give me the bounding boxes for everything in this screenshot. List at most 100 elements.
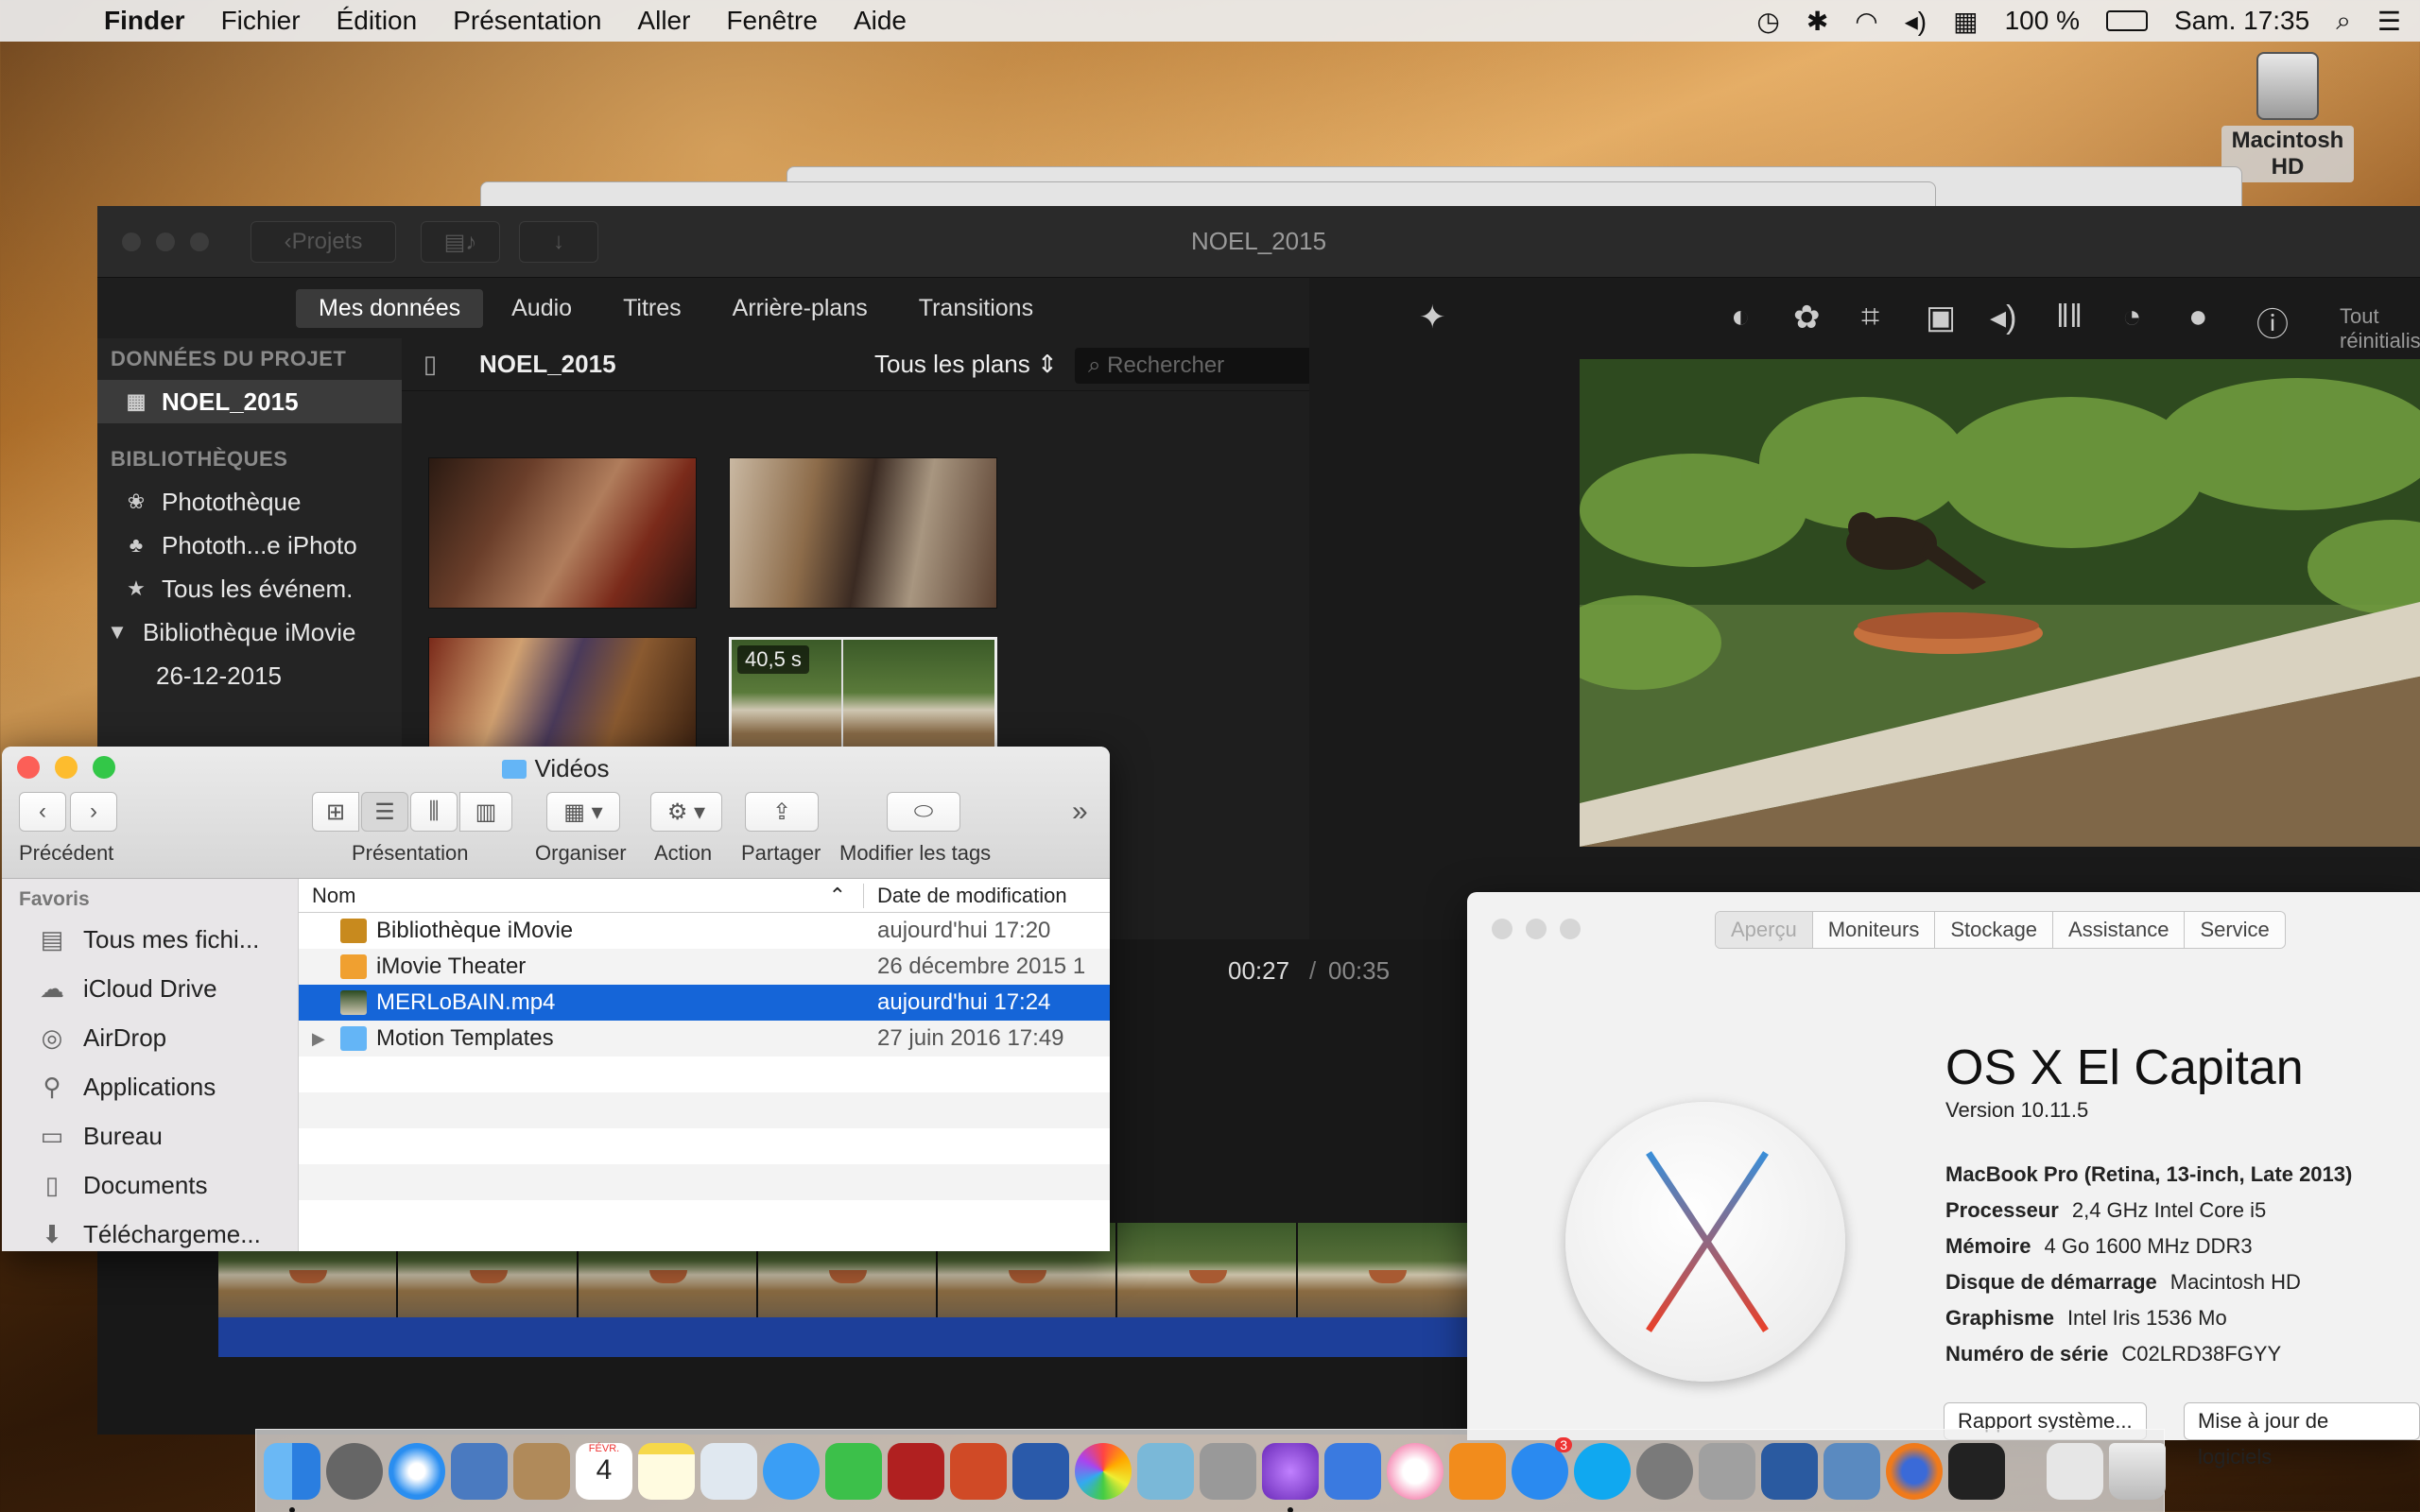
volume-icon[interactable]: ◂): [1990, 299, 2016, 336]
stabilization-icon[interactable]: ▣: [1926, 299, 1956, 336]
sidebar-item-applications[interactable]: ⚲ Applications: [2, 1062, 298, 1111]
tab-transitions[interactable]: Transitions: [896, 289, 1056, 328]
tab-assistance[interactable]: Assistance: [2053, 912, 2186, 948]
action-gear-button[interactable]: ⚙ ▾: [650, 792, 722, 832]
disclosure-triangle-icon[interactable]: ▼: [105, 610, 130, 654]
volume-icon[interactable]: ◂): [1905, 6, 1927, 37]
close-button[interactable]: [1492, 919, 1512, 939]
column-header-date[interactable]: Date de modification: [864, 884, 1067, 908]
wifi-icon[interactable]: ◠: [1855, 6, 1877, 37]
time-machine-icon[interactable]: ◷: [1756, 6, 1779, 37]
clock[interactable]: Sam. 17:35: [2174, 6, 2309, 36]
tab-mes-donnees[interactable]: Mes données: [296, 288, 484, 328]
clip-filter-select[interactable]: Tous les plans ⇕: [874, 350, 1058, 379]
forward-button[interactable]: ›: [70, 792, 117, 832]
photos-icon[interactable]: [1075, 1442, 1132, 1500]
menu-aller[interactable]: Aller: [637, 6, 690, 36]
word-icon[interactable]: [1012, 1442, 1069, 1500]
color-balance-icon[interactable]: ◐: [1731, 299, 1751, 335]
battery-percent[interactable]: 100 %: [2005, 6, 2080, 36]
arrange-button[interactable]: ▦ ▾: [546, 792, 620, 832]
tab-arriere-plans[interactable]: Arrière-plans: [710, 289, 890, 328]
macintosh-hd-desktop-icon[interactable]: Macintosh HD: [2221, 52, 2354, 182]
menu-finder[interactable]: Finder: [104, 6, 185, 36]
crop-icon[interactable]: ⌗: [1861, 299, 1879, 335]
sidebar-item-desktop[interactable]: ▭ Bureau: [2, 1111, 298, 1160]
facetime-icon[interactable]: [825, 1442, 882, 1500]
list-view-button[interactable]: ☰: [361, 792, 408, 832]
battery-icon[interactable]: [2106, 10, 2148, 31]
trash-icon[interactable]: [2109, 1442, 2166, 1500]
software-update-button[interactable]: Mise à jour de logiciels: [2184, 1402, 2420, 1469]
magic-wand-icon[interactable]: ✦: [1419, 299, 1446, 336]
sidebar-item-project[interactable]: ▦ NOEL_2015: [97, 380, 402, 423]
finder-icon[interactable]: [264, 1442, 320, 1512]
file-row-selected[interactable]: MERLoBAIN.mp4 aujourd'hui 17:24: [299, 985, 1110, 1021]
calendar-icon[interactable]: FÉVR. 4: [576, 1442, 632, 1500]
mail-icon[interactable]: [451, 1442, 508, 1500]
iphoto-icon[interactable]: [1137, 1442, 1194, 1500]
sidebar-item-all-files[interactable]: ▤ Tous mes fichi...: [2, 915, 298, 964]
search-input[interactable]: ⌕ Rechercher: [1075, 348, 1338, 384]
back-button[interactable]: ‹: [19, 792, 66, 832]
app-store-icon[interactable]: 3: [1512, 1436, 1572, 1500]
column-header-name[interactable]: Nom ⌃: [299, 883, 864, 908]
skype-icon[interactable]: [1574, 1442, 1631, 1500]
menu-fichier[interactable]: Fichier: [221, 6, 301, 36]
clip-thumbnail[interactable]: [729, 457, 997, 609]
notification-center-icon[interactable]: ☰: [2377, 6, 2401, 37]
toolbar-overflow-icon[interactable]: »: [1072, 796, 1088, 828]
sidebar-item-all-events[interactable]: ★ Tous les événem.: [97, 567, 402, 610]
image-capture-icon[interactable]: [1200, 1442, 1256, 1500]
sidebar-item-icloud[interactable]: ☁ iCloud Drive: [2, 964, 298, 1013]
sidebar-item-event[interactable]: 26-12-2015: [97, 654, 402, 697]
menu-aide[interactable]: Aide: [854, 6, 907, 36]
file-row[interactable]: iMovie Theater 26 décembre 2015 1: [299, 949, 1110, 985]
network-icon[interactable]: [1824, 1442, 1880, 1500]
icon-view-button[interactable]: ⊞: [312, 792, 359, 832]
remote-desktop-icon[interactable]: [1761, 1442, 1818, 1500]
sidebar-item-airdrop[interactable]: ◎ AirDrop: [2, 1013, 298, 1062]
bluetooth-icon[interactable]: ✱: [1806, 6, 1828, 37]
tab-stockage[interactable]: Stockage: [1935, 912, 2054, 948]
preview-icon[interactable]: [700, 1442, 757, 1500]
sidebar-item-imovie-library[interactable]: ▼ Bibliothèque iMovie: [97, 610, 402, 654]
zoom-button[interactable]: [1560, 919, 1581, 939]
contacts-icon[interactable]: [513, 1442, 570, 1500]
notes-icon[interactable]: [638, 1442, 695, 1500]
file-row[interactable]: ▶ Motion Templates 27 juin 2016 17:49: [299, 1021, 1110, 1057]
minimize-button[interactable]: [1526, 919, 1547, 939]
disk-utility-icon[interactable]: [1699, 1442, 1755, 1500]
edit-tags-button[interactable]: ⬭: [887, 792, 960, 832]
file-row[interactable]: Bibliothèque iMovie aujourd'hui 17:20: [299, 913, 1110, 949]
safari-icon[interactable]: [389, 1442, 445, 1500]
menu-edition[interactable]: Édition: [337, 6, 418, 36]
tab-titres[interactable]: Titres: [600, 289, 704, 328]
tab-apercu[interactable]: Aperçu: [1716, 912, 1813, 948]
menu-fenetre[interactable]: Fenêtre: [726, 6, 818, 36]
reset-all-button[interactable]: Tout réinitialiser: [2340, 304, 2420, 353]
photo-booth-icon[interactable]: [888, 1442, 944, 1500]
ibooks-icon[interactable]: [1449, 1442, 1506, 1500]
clip-thumbnail[interactable]: [428, 457, 697, 609]
equalizer-icon[interactable]: ‖‖: [2056, 299, 2083, 335]
column-view-button[interactable]: ⫼: [410, 792, 458, 832]
timeline-audio-track[interactable]: [218, 1317, 1478, 1357]
share-button[interactable]: ⇪: [745, 792, 819, 832]
keynote-icon[interactable]: [1324, 1442, 1381, 1500]
keyboard-icon[interactable]: ▦: [1953, 6, 1978, 37]
color-palette-icon[interactable]: ✿: [1793, 299, 1821, 336]
sidebar-toggle-icon[interactable]: ▯: [402, 350, 458, 379]
tab-moniteurs[interactable]: Moniteurs: [1813, 912, 1936, 948]
sidebar-item-iphoto[interactable]: ♣ Phototh...e iPhoto: [97, 524, 402, 567]
clip-thumbnail[interactable]: [428, 637, 697, 760]
disclosure-triangle-icon[interactable]: ▶: [312, 1029, 331, 1049]
filters-icon[interactable]: ●: [2188, 299, 2208, 335]
messages-icon[interactable]: [763, 1442, 820, 1500]
clip-thumbnail-selected[interactable]: 40,5 s: [729, 637, 997, 760]
spotlight-icon[interactable]: ⌕: [2336, 6, 2351, 37]
menu-presentation[interactable]: Présentation: [453, 6, 601, 36]
coverflow-view-button[interactable]: ▥: [459, 792, 512, 832]
launchpad-icon[interactable]: [326, 1442, 383, 1500]
itunes-icon[interactable]: [1387, 1442, 1443, 1500]
